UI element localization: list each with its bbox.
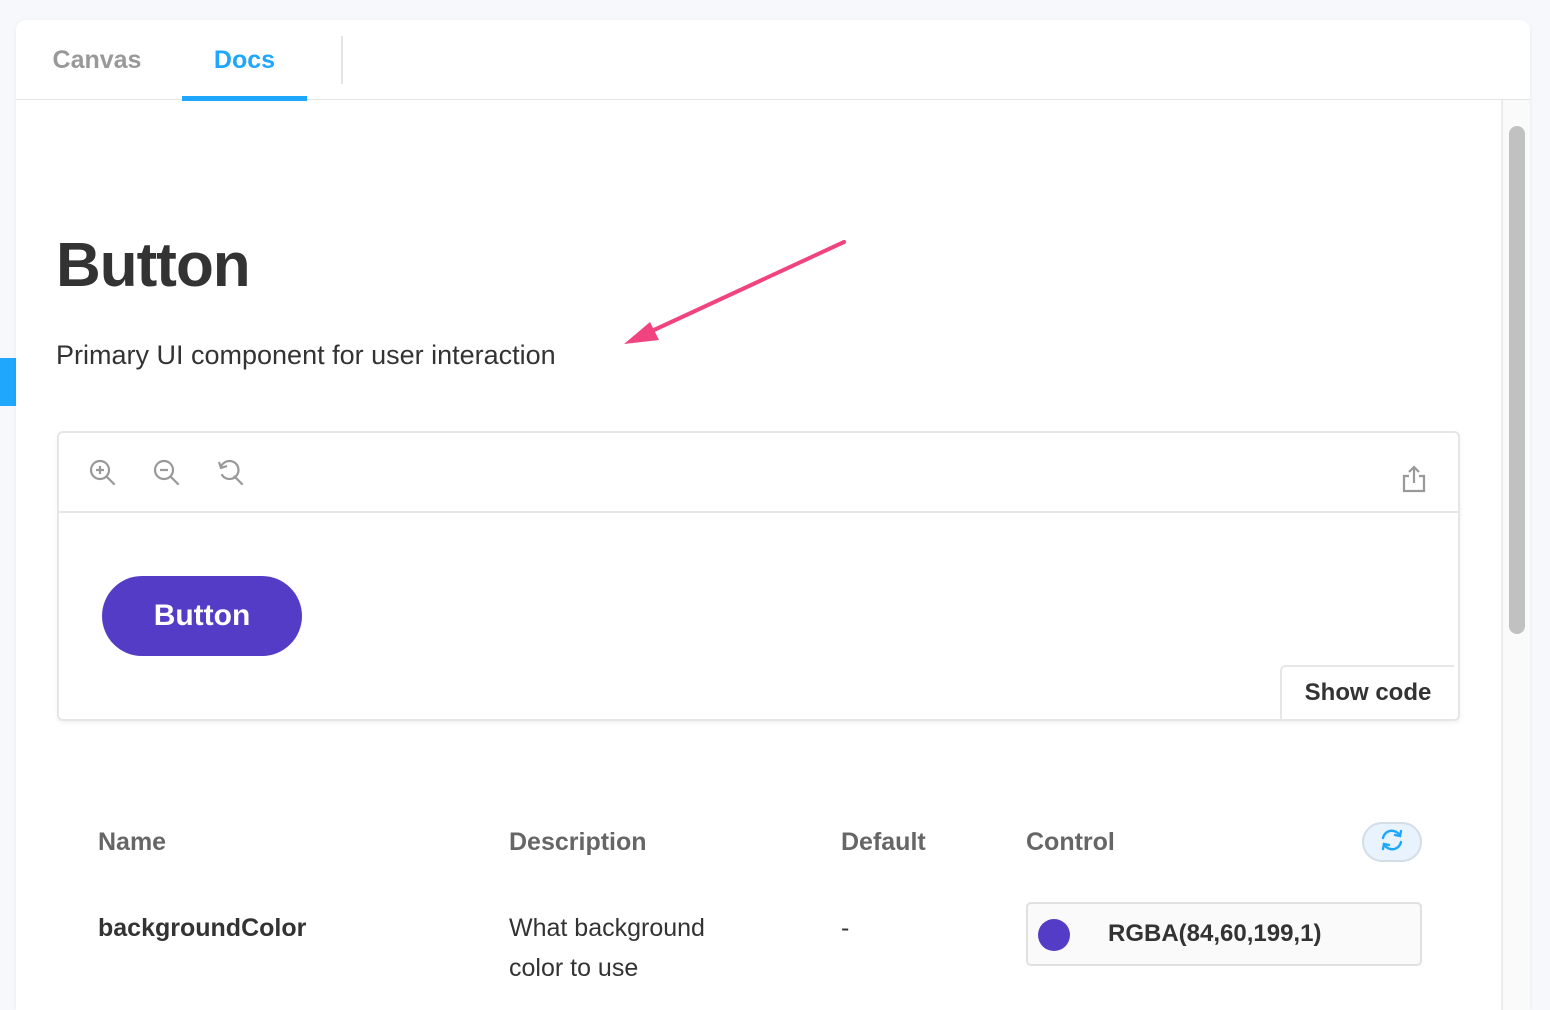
arg-name: backgroundColor <box>98 914 307 942</box>
page-title: Button <box>56 231 251 300</box>
scrollbar-thumb[interactable] <box>1509 126 1525 634</box>
sidebar-active-indicator <box>0 358 16 406</box>
sync-icon <box>1378 826 1406 859</box>
header-description: Description <box>509 828 647 856</box>
arg-default: - <box>841 914 850 942</box>
preview-toolbar <box>59 433 1458 513</box>
header-control: Control <box>1026 828 1115 856</box>
header-name: Name <box>98 828 167 856</box>
color-control[interactable]: RGBA(84,60,199,1) <box>1026 902 1422 966</box>
reset-zoom-icon[interactable] <box>213 455 249 491</box>
story-preview: Button Show code <box>57 431 1460 721</box>
tab-docs[interactable]: Docs <box>182 20 307 101</box>
share-icon[interactable] <box>1396 461 1432 497</box>
tab-bar: Canvas Docs <box>16 20 1530 101</box>
demo-button[interactable]: Button <box>102 576 302 656</box>
scrollbar[interactable] <box>1501 100 1530 1010</box>
zoom-in-icon[interactable] <box>85 455 121 491</box>
tab-divider <box>341 36 343 84</box>
docs-panel: Canvas Docs Button Primary UI component … <box>16 20 1530 1010</box>
docs-content: Button Primary UI component for user int… <box>16 100 1501 1010</box>
header-default: Default <box>841 828 926 856</box>
color-value: RGBA(84,60,199,1) <box>1108 920 1322 947</box>
arg-description: What background color to use <box>509 914 705 982</box>
page-subtitle: Primary UI component for user interactio… <box>56 340 556 370</box>
reset-controls-button[interactable] <box>1362 822 1422 862</box>
show-code-button[interactable]: Show code <box>1280 665 1454 719</box>
tab-canvas[interactable]: Canvas <box>36 20 158 100</box>
zoom-out-icon[interactable] <box>149 455 185 491</box>
color-swatch[interactable] <box>1038 919 1070 951</box>
